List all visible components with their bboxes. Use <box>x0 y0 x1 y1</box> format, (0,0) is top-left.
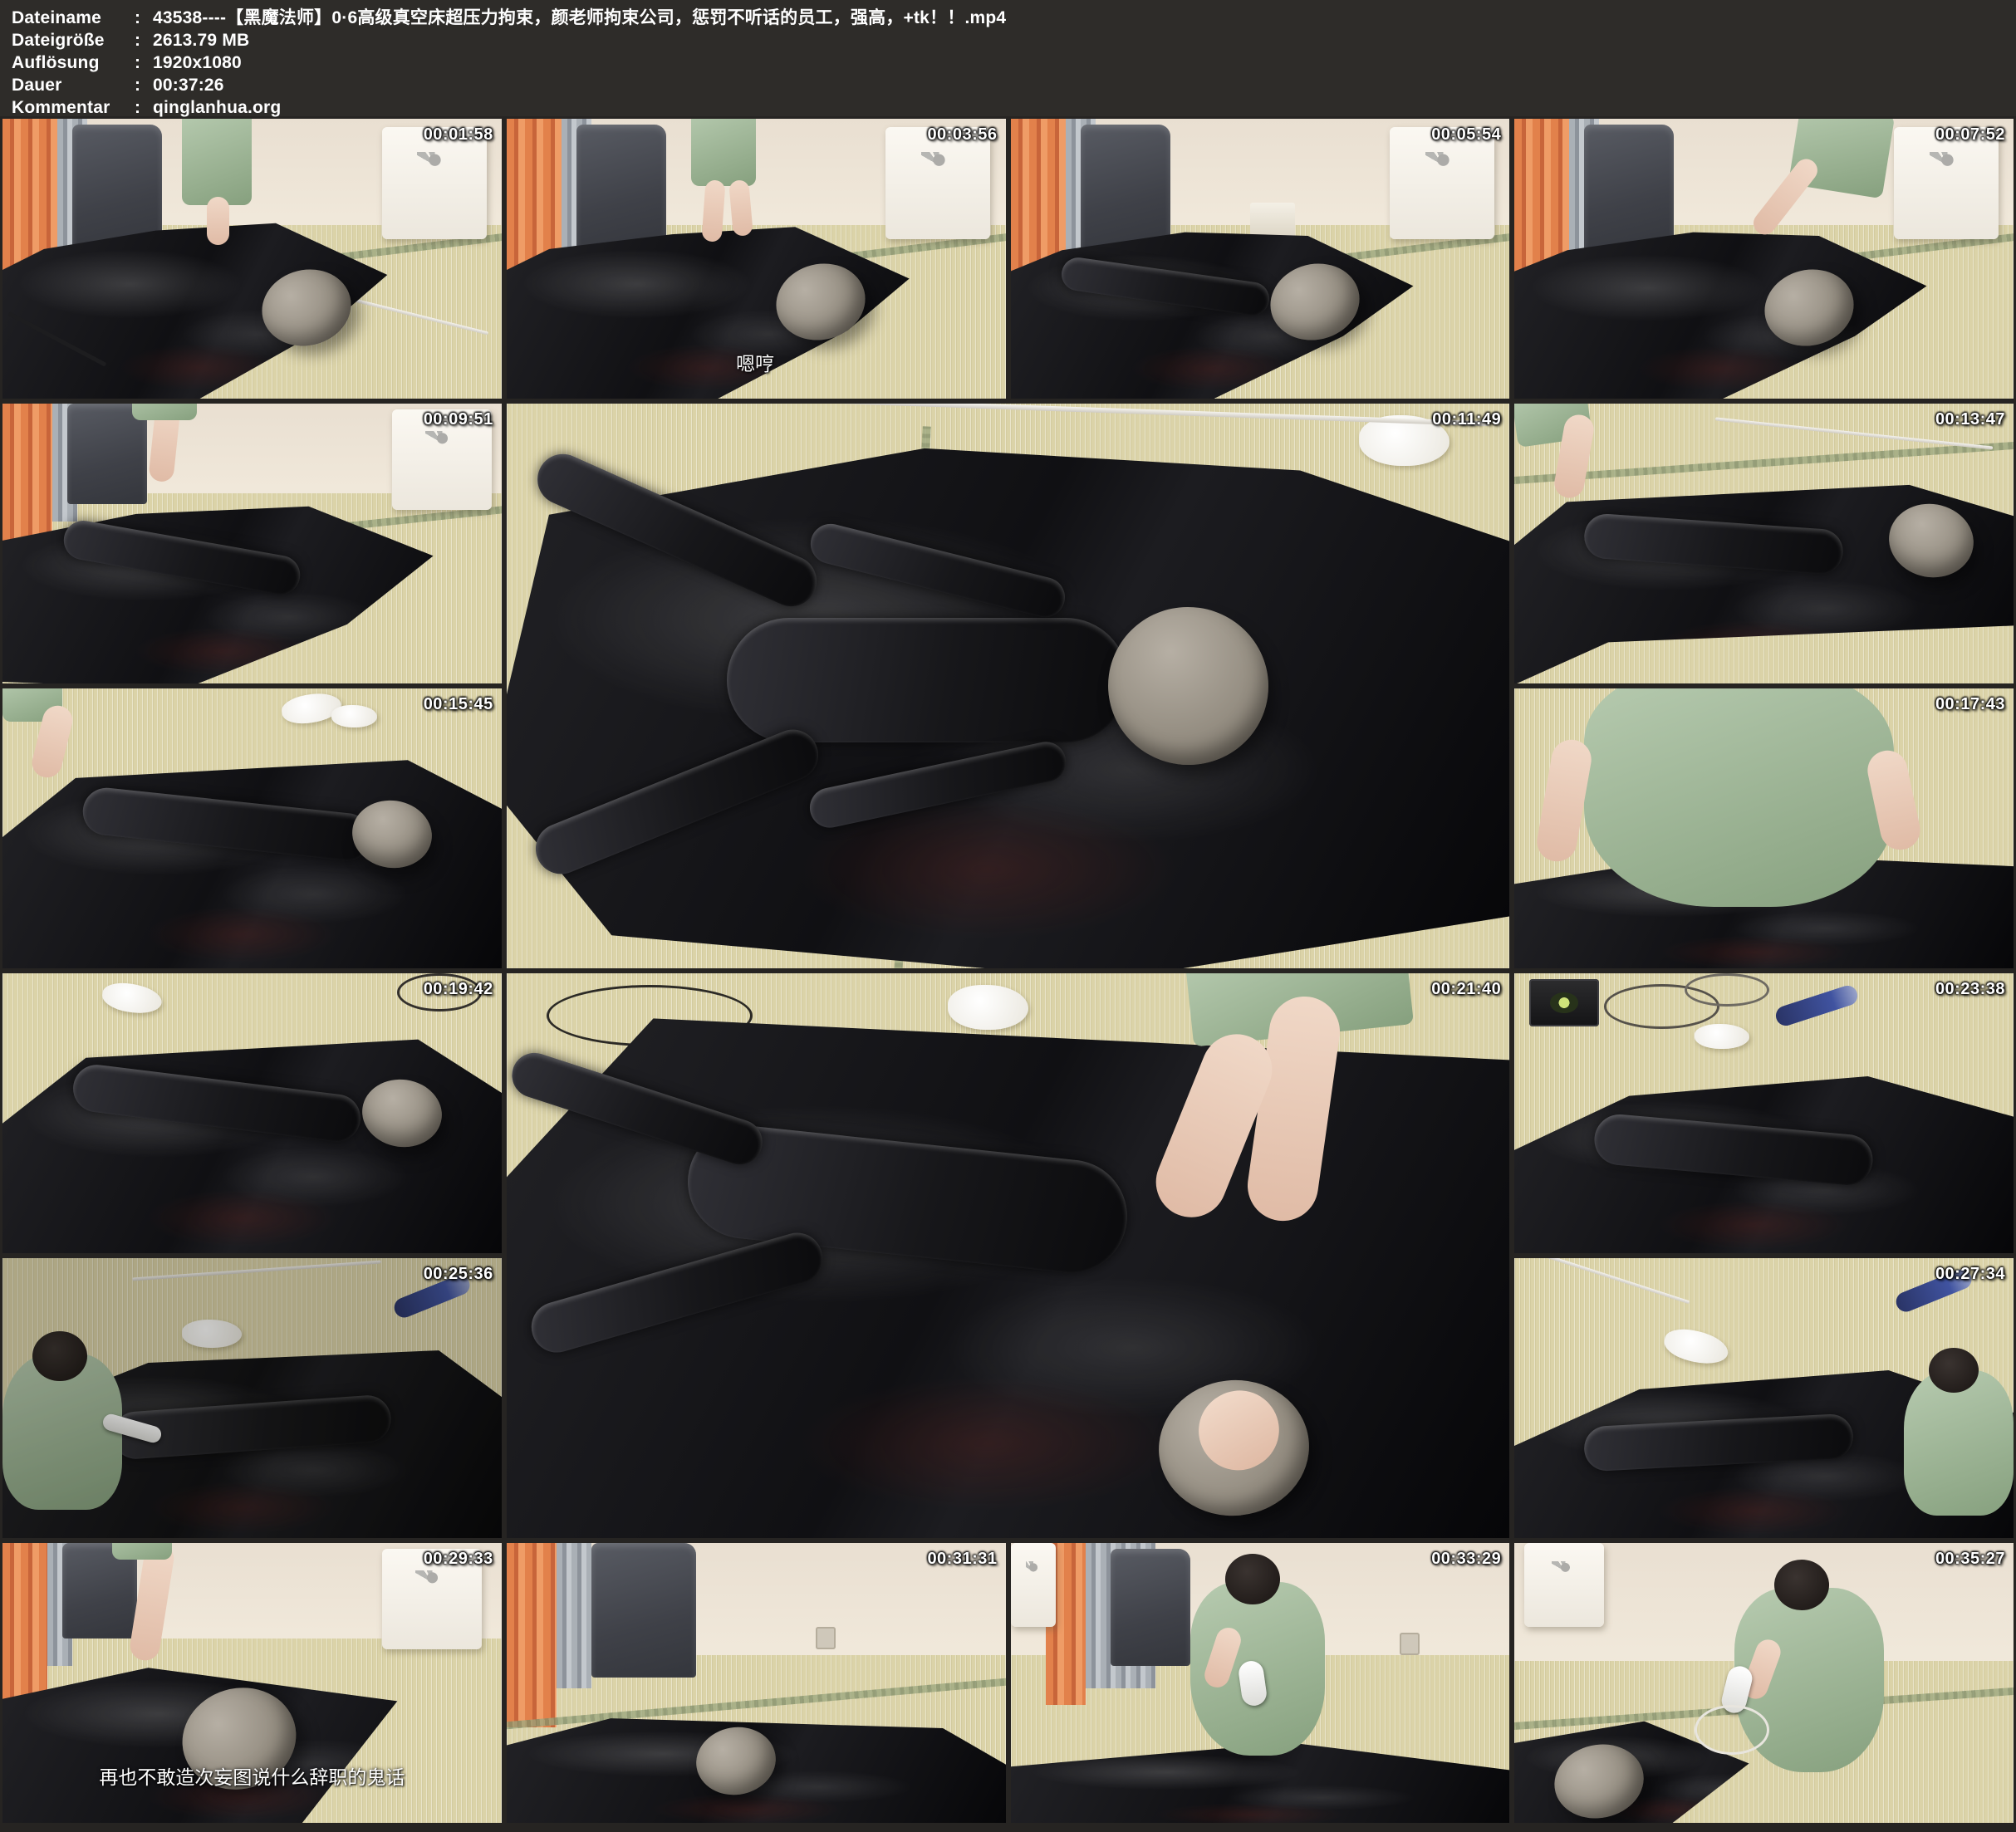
video-thumbnail: 00:09:51 <box>2 404 502 683</box>
timestamp-overlay: 00:27:34 <box>1935 1265 2005 1284</box>
video-thumbnail: 00:17:43 <box>1514 688 2014 968</box>
timestamp-overlay: 00:01:58 <box>424 125 493 145</box>
woman-hair <box>1774 1560 1829 1610</box>
standing-person-robe <box>691 119 756 186</box>
video-thumbnail: 00:35:27 <box>1514 1543 2014 1823</box>
robe-hem <box>112 1543 172 1560</box>
robe-hem <box>132 404 197 420</box>
timestamp-overlay: 00:29:33 <box>424 1550 493 1569</box>
meta-row-resolution: Auflösung:1920x1080 <box>12 51 2016 74</box>
cabinet <box>576 125 666 253</box>
timestamp-overlay: 00:13:47 <box>1935 410 2005 429</box>
meta-label: Auflösung <box>12 51 135 74</box>
cabinet <box>1111 1549 1190 1667</box>
cable <box>1685 973 1769 1007</box>
meta-row-comment: Kommentar:qinglanhua.org <box>12 96 2016 119</box>
timestamp-overlay: 00:05:54 <box>1431 125 1501 145</box>
ac-wall-panel <box>1011 1543 1056 1627</box>
encased-figure-torso <box>727 618 1128 742</box>
woman-hair <box>1225 1554 1280 1604</box>
meta-row-filesize: Dateigröße:2613.79 MB <box>12 29 2016 51</box>
meta-value-resolution: 1920x1080 <box>153 51 242 74</box>
wall-socket <box>1400 1633 1420 1655</box>
tissue <box>1695 1024 1749 1049</box>
video-thumbnail: 00:05:54 <box>1011 119 1510 399</box>
grey-curtain <box>557 1543 591 1688</box>
metadata-header: Dateiname:43538----【黑魔法师】0·6高级真空床超压力拘束，颜… <box>0 0 2016 116</box>
meta-value-comment: qinglanhua.org <box>153 96 281 119</box>
wand-cable <box>1695 1705 1769 1755</box>
woman-hair <box>1929 1348 1979 1393</box>
meta-value-filename: 43538----【黑魔法师】0·6高级真空床超压力拘束，颜老师拘束公司，惩罚不… <box>153 7 1006 29</box>
timestamp-overlay: 00:19:42 <box>424 980 493 999</box>
timestamp-overlay: 00:09:51 <box>424 410 493 429</box>
timestamp-overlay: 00:35:27 <box>1935 1550 2005 1569</box>
video-thumbnail: 再也不敢造次妄图说什么辞职的鬼话 00:29:33 <box>2 1543 502 1823</box>
video-thumbnail-large: 00:21:40 <box>507 973 1510 1538</box>
video-thumbnail: 00:25:36 <box>2 1258 502 1538</box>
orange-curtain <box>507 1543 557 1727</box>
video-thumbnail: 00:01:58 <box>2 119 502 399</box>
tissue <box>948 985 1028 1030</box>
meta-label: Dateiname <box>12 7 135 29</box>
thumbnail-grid: 00:01:58 嗯哼 00:03:56 00:05:54 <box>0 116 2016 1825</box>
timestamp-overlay: 00:03:56 <box>927 125 997 145</box>
video-thumbnail: 00:31:31 <box>507 1543 1006 1823</box>
timestamp-overlay: 00:33:29 <box>1431 1550 1501 1569</box>
timestamp-overlay: 00:23:38 <box>1935 980 2005 999</box>
cabinet <box>1081 125 1170 253</box>
control-box <box>1529 979 1599 1026</box>
subtitle-caption: 再也不敢造次妄图说什么辞职的鬼话 <box>99 1761 405 1790</box>
latex-sheet <box>2 1035 502 1253</box>
shade-overlay <box>2 1258 502 1538</box>
video-thumbnail: 00:27:34 <box>1514 1258 2014 1538</box>
video-thumbnail: 00:23:38 <box>1514 973 2014 1253</box>
cabinet <box>1584 125 1674 253</box>
video-thumbnail: 00:13:47 <box>1514 404 2014 683</box>
meta-label: Dateigröße <box>12 29 135 51</box>
video-thumbnail-large: 00:11:49 <box>507 404 1510 968</box>
video-thumbnail: 嗯哼 00:03:56 <box>507 119 1006 399</box>
meta-label: Kommentar <box>12 96 135 119</box>
timestamp-overlay: 00:21:40 <box>1431 980 1501 999</box>
meta-value-filesize: 2613.79 MB <box>153 29 249 51</box>
orange-curtain <box>2 1543 47 1705</box>
ac-wall-panel <box>1524 1543 1604 1627</box>
meta-row-filename: Dateiname:43538----【黑魔法师】0·6高级真空床超压力拘束，颜… <box>12 7 2016 29</box>
latex-sheet <box>2 756 502 968</box>
standing-person-leg <box>207 197 229 244</box>
timestamp-overlay: 00:07:52 <box>1935 125 2005 145</box>
timestamp-overlay: 00:11:49 <box>1432 410 1501 429</box>
cabinet <box>591 1543 696 1678</box>
video-thumbnail: 00:33:29 <box>1011 1543 1510 1823</box>
meta-value-duration: 00:37:26 <box>153 74 224 96</box>
video-thumbnail: 00:19:42 <box>2 973 502 1253</box>
tissue <box>331 705 376 727</box>
subtitle-caption: 嗯哼 <box>736 348 774 376</box>
wall-socket <box>816 1627 836 1649</box>
timestamp-overlay: 00:15:45 <box>424 695 493 714</box>
kneeling-woman <box>1584 688 1893 907</box>
white-box <box>1250 203 1295 236</box>
timestamp-overlay: 00:25:36 <box>424 1265 493 1284</box>
timestamp-overlay: 00:31:31 <box>927 1550 997 1569</box>
meta-label: Dauer <box>12 74 135 96</box>
video-thumbnail: 00:15:45 <box>2 688 502 968</box>
standing-person-robe <box>182 119 252 205</box>
timestamp-overlay: 00:17:43 <box>1935 695 2005 714</box>
meta-row-duration: Dauer:00:37:26 <box>12 74 2016 96</box>
video-thumbnail: 00:07:52 <box>1514 119 2014 399</box>
